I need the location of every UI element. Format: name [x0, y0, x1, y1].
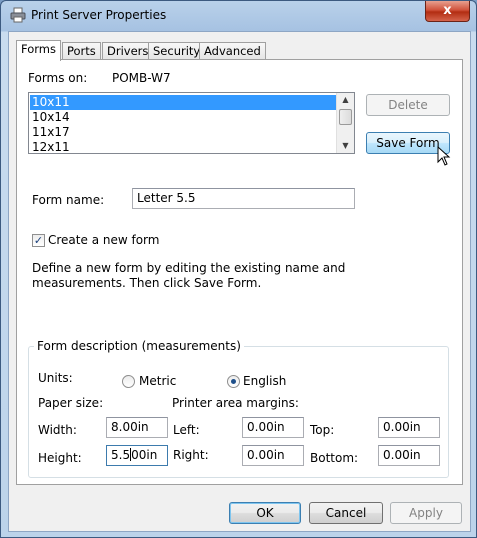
apply-button[interactable]: Apply: [390, 502, 462, 524]
instructions-line-2: measurements. Then click Save Form.: [32, 276, 262, 290]
close-button[interactable]: x: [425, 1, 470, 22]
cancel-button[interactable]: Cancel: [309, 502, 383, 524]
metric-radio[interactable]: [122, 375, 135, 388]
list-item[interactable]: 10x14: [30, 110, 337, 125]
tab-ports[interactable]: Ports: [62, 42, 101, 60]
bottom-margin-input[interactable]: 0.00in: [378, 445, 440, 466]
metric-label: Metric: [139, 374, 177, 388]
window-title: Print Server Properties: [31, 8, 167, 22]
instructions-line-1: Define a new form by editing the existin…: [32, 261, 346, 275]
title-bar[interactable]: Print Server Properties x: [1, 1, 476, 31]
mouse-pointer-icon: [437, 146, 451, 166]
width-input[interactable]: 8.00in: [106, 417, 168, 438]
english-radio[interactable]: [227, 375, 240, 388]
height-value-before-caret: 5.5: [111, 448, 131, 462]
height-label: Height:: [38, 451, 82, 465]
right-margin-input[interactable]: 0.00in: [242, 445, 304, 466]
left-margin-input[interactable]: 0.00in: [242, 417, 304, 438]
height-value-after-caret: 00in: [131, 448, 158, 462]
ok-button[interactable]: OK: [229, 502, 301, 524]
tab-drivers[interactable]: Drivers: [102, 42, 154, 60]
right-label: Right:: [173, 448, 209, 462]
forms-tab-panel: Forms on: POMB-W7 10x11 10x14 11x17 12x1…: [16, 59, 463, 485]
height-input[interactable]: 5.500in: [106, 445, 168, 466]
dialog-client-area: Forms Ports Drivers Security Advanced Fo…: [8, 31, 471, 532]
create-new-form-checkbox[interactable]: ✓: [32, 234, 45, 247]
scroll-down-icon[interactable]: ▼: [337, 139, 354, 153]
close-icon: x: [443, 3, 452, 18]
form-name-label: Form name:: [32, 193, 105, 207]
forms-list[interactable]: 10x11 10x14 11x17 12x11 ▲ ▼: [28, 92, 355, 154]
top-label: Top:: [310, 423, 335, 437]
english-label: English: [243, 374, 287, 388]
server-name: POMB-W7: [112, 71, 171, 85]
units-label: Units:: [38, 371, 73, 385]
top-margin-input[interactable]: 0.00in: [378, 417, 440, 438]
forms-on-label: Forms on:: [28, 71, 88, 85]
list-item[interactable]: 12x11: [30, 140, 337, 153]
scroll-thumb[interactable]: [339, 109, 352, 125]
list-scrollbar[interactable]: ▲ ▼: [336, 93, 354, 153]
paper-size-label: Paper size:: [38, 396, 104, 410]
printer-margins-label: Printer area margins:: [172, 396, 299, 410]
group-title: Form description (measurements): [34, 339, 244, 353]
scroll-up-icon[interactable]: ▲: [337, 93, 354, 107]
form-name-input[interactable]: Letter 5.5: [132, 188, 355, 209]
tab-forms[interactable]: Forms: [16, 40, 61, 61]
left-label: Left:: [173, 423, 200, 437]
tab-security[interactable]: Security: [148, 42, 206, 60]
form-description-group: Form description (measurements) Units: M…: [28, 339, 449, 478]
create-new-form-label: Create a new form: [48, 233, 160, 247]
printer-icon: [10, 7, 26, 23]
width-label: Width:: [38, 423, 77, 437]
bottom-label: Bottom:: [310, 451, 359, 465]
tab-advanced[interactable]: Advanced: [199, 42, 266, 60]
list-item[interactable]: 10x11: [30, 95, 337, 110]
list-item[interactable]: 11x17: [30, 125, 337, 140]
print-server-properties-window: Print Server Properties x Forms Ports Dr…: [0, 0, 477, 538]
delete-button[interactable]: Delete: [366, 94, 450, 116]
